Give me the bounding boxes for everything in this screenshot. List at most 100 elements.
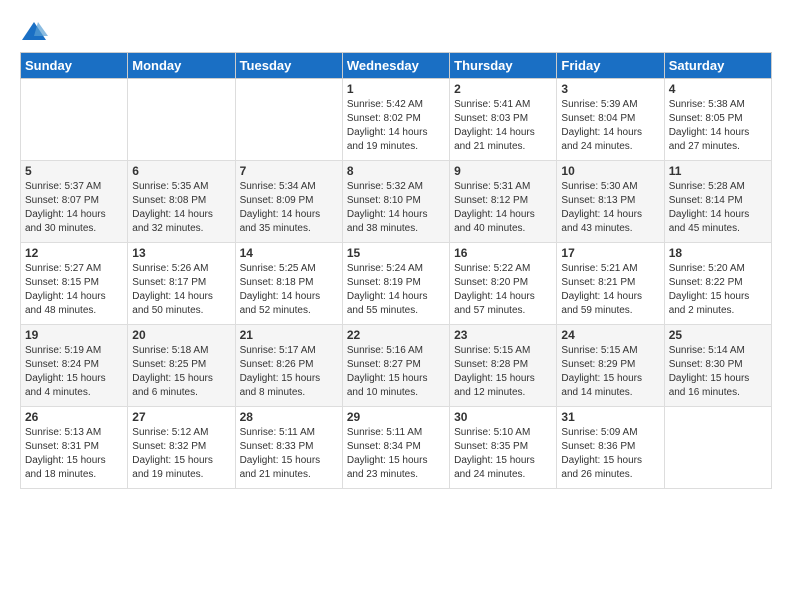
day-cell: 30 Sunrise: 5:10 AM Sunset: 8:35 PM Dayli… [450, 407, 557, 489]
week-row-4: 26 Sunrise: 5:13 AM Sunset: 8:31 PM Dayli… [21, 407, 772, 489]
day-cell: 31 Sunrise: 5:09 AM Sunset: 8:36 PM Dayli… [557, 407, 664, 489]
day-number: 12 [25, 246, 123, 260]
day-number: 23 [454, 328, 552, 342]
day-cell: 2 Sunrise: 5:41 AM Sunset: 8:03 PM Daylig… [450, 79, 557, 161]
day-cell: 20 Sunrise: 5:18 AM Sunset: 8:25 PM Dayli… [128, 325, 235, 407]
day-number: 26 [25, 410, 123, 424]
day-info: Sunrise: 5:42 AM Sunset: 8:02 PM Dayligh… [347, 98, 445, 154]
day-number: 18 [669, 246, 767, 260]
logo [20, 18, 52, 46]
day-info: Sunrise: 5:41 AM Sunset: 8:03 PM Dayligh… [454, 98, 552, 154]
day-info: Sunrise: 5:13 AM Sunset: 8:31 PM Dayligh… [25, 426, 123, 482]
day-info: Sunrise: 5:24 AM Sunset: 8:19 PM Dayligh… [347, 262, 445, 318]
day-cell [128, 79, 235, 161]
header-cell-monday: Monday [128, 53, 235, 79]
day-number: 7 [240, 164, 338, 178]
day-info: Sunrise: 5:15 AM Sunset: 8:28 PM Dayligh… [454, 344, 552, 400]
day-number: 11 [669, 164, 767, 178]
header-cell-wednesday: Wednesday [342, 53, 449, 79]
day-cell: 5Sunrise: 5:37 AM Sunset: 8:07 PM Daylig… [21, 161, 128, 243]
calendar-body: 1 Sunrise: 5:42 AM Sunset: 8:02 PM Daylig… [21, 79, 772, 489]
day-cell: 3 Sunrise: 5:39 AM Sunset: 8:04 PM Daylig… [557, 79, 664, 161]
day-cell: 16Sunrise: 5:22 AM Sunset: 8:20 PM Dayli… [450, 243, 557, 325]
day-cell: 23 Sunrise: 5:15 AM Sunset: 8:28 PM Dayli… [450, 325, 557, 407]
day-number: 21 [240, 328, 338, 342]
day-cell: 9 Sunrise: 5:31 AM Sunset: 8:12 PM Daylig… [450, 161, 557, 243]
day-cell: 22 Sunrise: 5:16 AM Sunset: 8:27 PM Dayli… [342, 325, 449, 407]
day-number: 31 [561, 410, 659, 424]
week-row-1: 5Sunrise: 5:37 AM Sunset: 8:07 PM Daylig… [21, 161, 772, 243]
day-cell: 27 Sunrise: 5:12 AM Sunset: 8:32 PM Dayli… [128, 407, 235, 489]
day-number: 20 [132, 328, 230, 342]
day-info: Sunrise: 5:22 AM Sunset: 8:20 PM Dayligh… [454, 262, 552, 318]
day-number: 13 [132, 246, 230, 260]
day-cell: 14 Sunrise: 5:25 AM Sunset: 8:18 PM Dayli… [235, 243, 342, 325]
day-info: Sunrise: 5:17 AM Sunset: 8:26 PM Dayligh… [240, 344, 338, 400]
day-info: Sunrise: 5:14 AM Sunset: 8:30 PM Dayligh… [669, 344, 767, 400]
calendar-header: SundayMondayTuesdayWednesdayThursdayFrid… [21, 53, 772, 79]
day-info: Sunrise: 5:18 AM Sunset: 8:25 PM Dayligh… [132, 344, 230, 400]
day-info: Sunrise: 5:10 AM Sunset: 8:35 PM Dayligh… [454, 426, 552, 482]
day-info: Sunrise: 5:09 AM Sunset: 8:36 PM Dayligh… [561, 426, 659, 482]
day-info: Sunrise: 5:15 AM Sunset: 8:29 PM Dayligh… [561, 344, 659, 400]
day-number: 28 [240, 410, 338, 424]
day-number: 2 [454, 82, 552, 96]
day-number: 5 [25, 164, 123, 178]
day-cell: 29Sunrise: 5:11 AM Sunset: 8:34 PM Dayli… [342, 407, 449, 489]
day-number: 14 [240, 246, 338, 260]
day-info: Sunrise: 5:12 AM Sunset: 8:32 PM Dayligh… [132, 426, 230, 482]
day-number: 10 [561, 164, 659, 178]
day-info: Sunrise: 5:28 AM Sunset: 8:14 PM Dayligh… [669, 180, 767, 236]
header-cell-thursday: Thursday [450, 53, 557, 79]
day-info: Sunrise: 5:30 AM Sunset: 8:13 PM Dayligh… [561, 180, 659, 236]
day-cell: 26 Sunrise: 5:13 AM Sunset: 8:31 PM Dayli… [21, 407, 128, 489]
day-cell: 4 Sunrise: 5:38 AM Sunset: 8:05 PM Daylig… [664, 79, 771, 161]
day-number: 22 [347, 328, 445, 342]
header-cell-friday: Friday [557, 53, 664, 79]
day-cell: 7 Sunrise: 5:34 AM Sunset: 8:09 PM Daylig… [235, 161, 342, 243]
day-number: 25 [669, 328, 767, 342]
day-info: Sunrise: 5:11 AM Sunset: 8:33 PM Dayligh… [240, 426, 338, 482]
logo-icon [20, 18, 48, 46]
page: SundayMondayTuesdayWednesdayThursdayFrid… [0, 0, 792, 499]
day-info: Sunrise: 5:27 AM Sunset: 8:15 PM Dayligh… [25, 262, 123, 318]
day-info: Sunrise: 5:19 AM Sunset: 8:24 PM Dayligh… [25, 344, 123, 400]
header-cell-tuesday: Tuesday [235, 53, 342, 79]
header-cell-sunday: Sunday [21, 53, 128, 79]
day-info: Sunrise: 5:38 AM Sunset: 8:05 PM Dayligh… [669, 98, 767, 154]
day-cell: 13 Sunrise: 5:26 AM Sunset: 8:17 PM Dayli… [128, 243, 235, 325]
week-row-2: 12 Sunrise: 5:27 AM Sunset: 8:15 PM Dayli… [21, 243, 772, 325]
day-cell: 11 Sunrise: 5:28 AM Sunset: 8:14 PM Dayli… [664, 161, 771, 243]
header [20, 18, 772, 46]
day-info: Sunrise: 5:26 AM Sunset: 8:17 PM Dayligh… [132, 262, 230, 318]
day-number: 29 [347, 410, 445, 424]
day-cell: 19 Sunrise: 5:19 AM Sunset: 8:24 PM Dayli… [21, 325, 128, 407]
day-cell: 12 Sunrise: 5:27 AM Sunset: 8:15 PM Dayli… [21, 243, 128, 325]
day-number: 17 [561, 246, 659, 260]
day-number: 3 [561, 82, 659, 96]
day-info: Sunrise: 5:16 AM Sunset: 8:27 PM Dayligh… [347, 344, 445, 400]
day-info: Sunrise: 5:39 AM Sunset: 8:04 PM Dayligh… [561, 98, 659, 154]
day-number: 1 [347, 82, 445, 96]
day-number: 6 [132, 164, 230, 178]
day-number: 4 [669, 82, 767, 96]
day-number: 27 [132, 410, 230, 424]
day-info: Sunrise: 5:31 AM Sunset: 8:12 PM Dayligh… [454, 180, 552, 236]
day-number: 30 [454, 410, 552, 424]
day-number: 9 [454, 164, 552, 178]
day-info: Sunrise: 5:25 AM Sunset: 8:18 PM Dayligh… [240, 262, 338, 318]
week-row-3: 19 Sunrise: 5:19 AM Sunset: 8:24 PM Dayli… [21, 325, 772, 407]
day-cell: 10 Sunrise: 5:30 AM Sunset: 8:13 PM Dayli… [557, 161, 664, 243]
day-number: 15 [347, 246, 445, 260]
day-number: 19 [25, 328, 123, 342]
day-cell: 25 Sunrise: 5:14 AM Sunset: 8:30 PM Dayli… [664, 325, 771, 407]
day-cell: 18 Sunrise: 5:20 AM Sunset: 8:22 PM Dayli… [664, 243, 771, 325]
day-cell: 1 Sunrise: 5:42 AM Sunset: 8:02 PM Daylig… [342, 79, 449, 161]
day-info: Sunrise: 5:20 AM Sunset: 8:22 PM Dayligh… [669, 262, 767, 318]
day-info: Sunrise: 5:34 AM Sunset: 8:09 PM Dayligh… [240, 180, 338, 236]
day-cell: 15 Sunrise: 5:24 AM Sunset: 8:19 PM Dayli… [342, 243, 449, 325]
day-info: Sunrise: 5:21 AM Sunset: 8:21 PM Dayligh… [561, 262, 659, 318]
day-cell: 24Sunrise: 5:15 AM Sunset: 8:29 PM Dayli… [557, 325, 664, 407]
day-cell: 8Sunrise: 5:32 AM Sunset: 8:10 PM Daylig… [342, 161, 449, 243]
day-cell [235, 79, 342, 161]
